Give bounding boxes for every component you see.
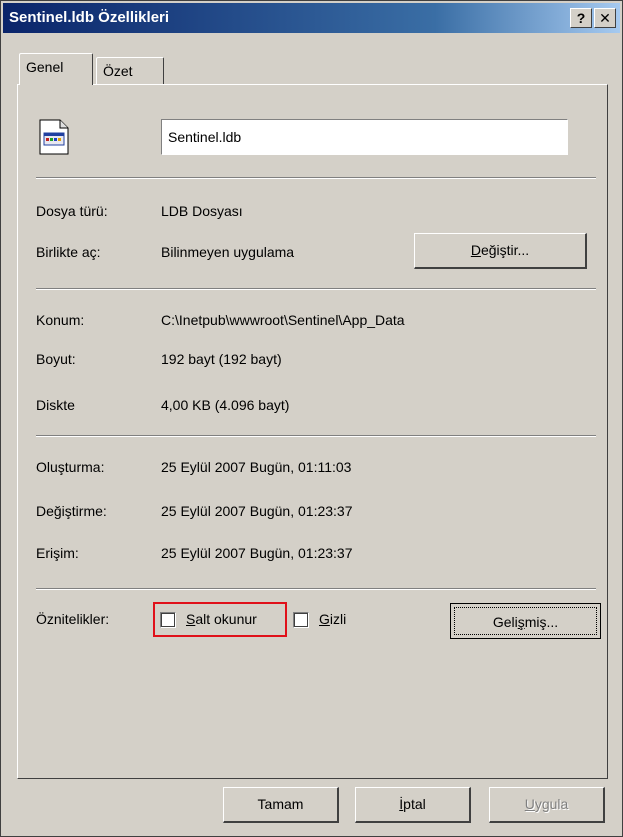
- ok-button-label: Tamam: [257, 796, 304, 812]
- separator: [36, 177, 596, 179]
- opens-with-value: Bilinmeyen uygulama: [161, 244, 295, 260]
- change-button-mnemonic: D: [470, 242, 481, 258]
- location-value: C:\Inetpub\wwwroot\Sentinel\App_Data: [161, 312, 405, 328]
- created-value: 25 Eylül 2007 Bugün, 01:11:03: [161, 459, 352, 475]
- size-label: Boyut:: [36, 351, 76, 367]
- hidden-label-text: izli: [329, 611, 347, 627]
- advanced-label-rest: miş...: [524, 614, 559, 630]
- window-title: Sentinel.ldb Özellikleri: [9, 9, 170, 26]
- advanced-mnemonic: ş: [517, 614, 525, 630]
- cancel-button[interactable]: İptal: [355, 787, 471, 823]
- tab-genel-label: Genel: [26, 59, 64, 75]
- file-name-input[interactable]: [161, 119, 568, 155]
- change-button-label: eğiştir...: [480, 242, 530, 258]
- attributes-label: Öznitelikler:: [36, 611, 110, 627]
- apply-mnemonic: U: [524, 796, 535, 812]
- modified-label: Değiştirme:: [36, 503, 107, 519]
- tab-ozet-label: Özet: [103, 63, 133, 79]
- tab-ozet[interactable]: Özet: [96, 57, 164, 85]
- advanced-button[interactable]: Gelişmiş...: [450, 603, 601, 639]
- hidden-checkbox[interactable]: [293, 612, 309, 628]
- modified-value: 25 Eylül 2007 Bugün, 01:23:37: [161, 503, 353, 519]
- close-button[interactable]: ✕: [594, 8, 616, 28]
- size-on-disk-value: 4,00 KB (4.096 bayt): [161, 397, 290, 413]
- close-icon: ✕: [599, 10, 611, 26]
- title-bar[interactable]: Sentinel.ldb Özellikleri ? ✕: [3, 3, 620, 33]
- advanced-label-prefix: Geli: [492, 614, 518, 630]
- apply-button-label: ygula: [534, 796, 569, 812]
- ok-button[interactable]: Tamam: [223, 787, 339, 823]
- accessed-value: 25 Eylül 2007 Bugün, 01:23:37: [161, 545, 353, 561]
- opens-with-label: Birlikte aç:: [36, 244, 101, 260]
- apply-button: Uygula: [489, 787, 605, 823]
- tab-genel[interactable]: Genel: [19, 53, 93, 85]
- change-button[interactable]: Değiştir...: [414, 233, 587, 269]
- created-label: Oluşturma:: [36, 459, 105, 475]
- file-type-value: LDB Dosyası: [161, 203, 243, 219]
- separator: [36, 588, 596, 590]
- location-label: Konum:: [36, 312, 85, 328]
- size-on-disk-label: Diskte: [36, 397, 75, 413]
- ldb-file-icon: [39, 119, 69, 155]
- file-type-label: Dosya türü:: [36, 203, 108, 219]
- readonly-highlight-box: [153, 602, 287, 637]
- separator: [36, 288, 596, 290]
- accessed-label: Erişim:: [36, 545, 79, 561]
- tab-panel-genel: [17, 84, 608, 779]
- separator: [36, 435, 596, 437]
- help-button[interactable]: ?: [570, 8, 592, 28]
- size-value: 192 bayt (192 bayt): [161, 351, 282, 367]
- help-icon: ?: [576, 10, 586, 26]
- cancel-button-label: ptal: [403, 796, 426, 812]
- properties-dialog: Sentinel.ldb Özellikleri ? ✕ Genel Özet …: [0, 0, 623, 837]
- advanced-button-focus: Gelişmiş...: [454, 607, 597, 635]
- hidden-mnemonic: G: [319, 611, 330, 627]
- hidden-label[interactable]: Gizli: [319, 611, 346, 627]
